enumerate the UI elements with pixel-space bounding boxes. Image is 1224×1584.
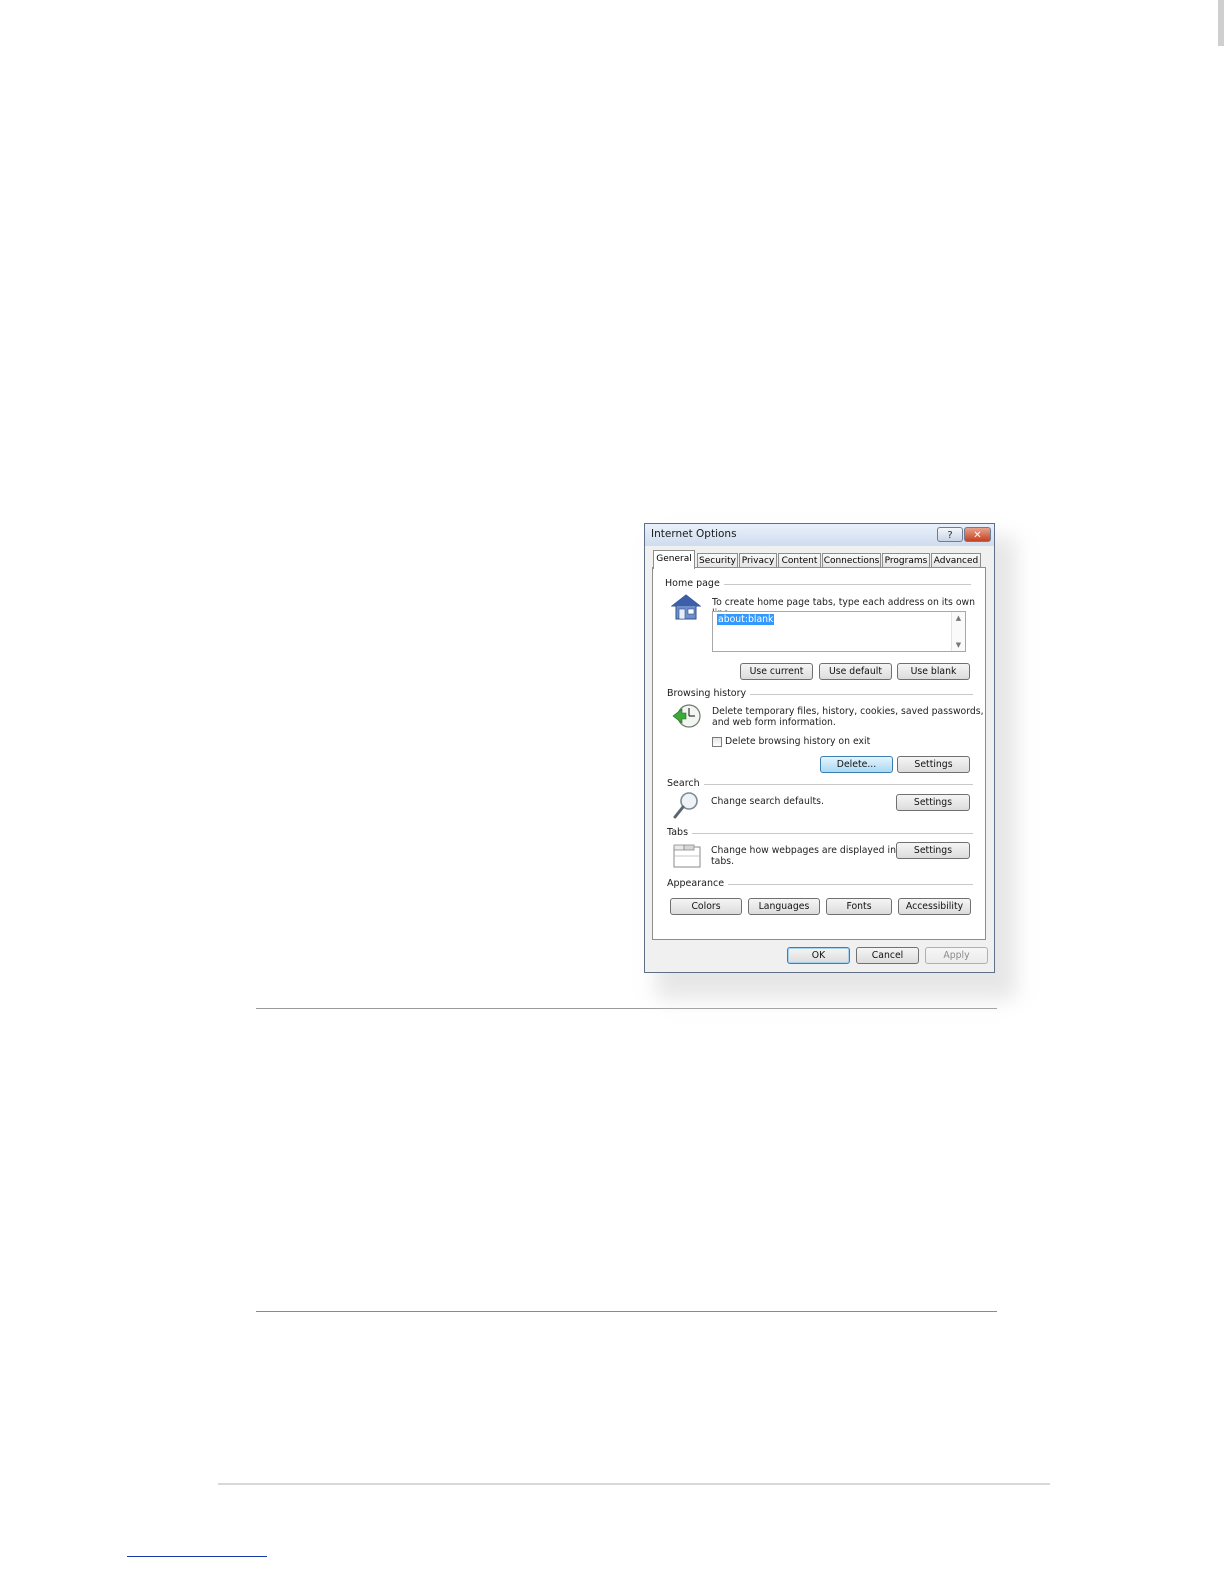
title-bar[interactable]: Internet Options ? ✕ (645, 524, 994, 546)
tabs-group-label: Tabs (667, 827, 693, 838)
home-page-group-label: Home page (665, 578, 724, 589)
home-icon (671, 594, 701, 620)
scroll-down-icon[interactable]: ▼ (952, 641, 965, 649)
tab-general[interactable]: General (653, 550, 695, 569)
footer-divider (218, 1483, 1050, 1485)
tabs-description-line2: tabs. (711, 856, 735, 867)
divider-bottom (256, 1311, 997, 1312)
cancel-button[interactable]: Cancel (856, 947, 919, 964)
tabs-icon (673, 844, 701, 868)
tabs-description-line1: Change how webpages are displayed in (711, 845, 896, 856)
accessibility-button[interactable]: Accessibility (898, 898, 971, 915)
magnifier-icon (673, 792, 698, 819)
tab-advanced[interactable]: Advanced (931, 553, 981, 568)
delete-on-exit-label[interactable]: Delete browsing history on exit (725, 736, 870, 747)
history-clock-icon (672, 704, 701, 728)
tab-connections[interactable]: Connections (822, 553, 881, 568)
page-edge-mark (1218, 0, 1224, 46)
browsing-history-description-line2: and web form information. (712, 717, 836, 728)
apply-button[interactable]: Apply (925, 947, 988, 964)
home-page-address-input[interactable]: about:blank ▲ ▼ (712, 611, 966, 652)
appearance-group-label: Appearance (667, 878, 729, 889)
search-settings-button[interactable]: Settings (896, 794, 970, 811)
scroll-up-icon[interactable]: ▲ (952, 614, 965, 622)
home-page-address-value: about:blank (717, 614, 775, 625)
use-current-button[interactable]: Use current (740, 663, 813, 680)
delete-on-exit-checkbox[interactable] (712, 737, 722, 747)
tab-content[interactable]: Content (778, 553, 821, 568)
search-group-line (667, 784, 973, 785)
tabs-group-line (667, 833, 973, 834)
tab-programs[interactable]: Programs (882, 553, 930, 568)
browsing-history-description-line1: Delete temporary files, history, cookies… (712, 706, 984, 717)
general-tab-panel: Home page To create home page tabs, type… (652, 567, 986, 940)
tabs-settings-button[interactable]: Settings (896, 842, 970, 859)
internet-options-dialog: Internet Options ? ✕ General Security Pr… (644, 523, 995, 973)
close-button[interactable]: ✕ (964, 527, 991, 542)
tab-privacy[interactable]: Privacy (739, 553, 777, 568)
footer-link-underline (127, 1556, 267, 1557)
use-blank-button[interactable]: Use blank (897, 663, 970, 680)
languages-button[interactable]: Languages (748, 898, 820, 915)
ok-button[interactable]: OK (787, 947, 850, 964)
help-button[interactable]: ? (937, 527, 963, 542)
address-scrollbar[interactable]: ▲ ▼ (951, 612, 965, 651)
divider-top (256, 1008, 997, 1009)
dialog-title: Internet Options (651, 528, 737, 540)
delete-history-button[interactable]: Delete... (820, 756, 893, 773)
use-default-button[interactable]: Use default (819, 663, 892, 680)
search-group-label: Search (667, 778, 704, 789)
tab-security[interactable]: Security (697, 553, 738, 568)
fonts-button[interactable]: Fonts (826, 898, 892, 915)
colors-button[interactable]: Colors (670, 898, 742, 915)
browsing-history-group-label: Browsing history (667, 688, 751, 699)
search-description: Change search defaults. (711, 796, 824, 807)
history-settings-button[interactable]: Settings (897, 756, 970, 773)
